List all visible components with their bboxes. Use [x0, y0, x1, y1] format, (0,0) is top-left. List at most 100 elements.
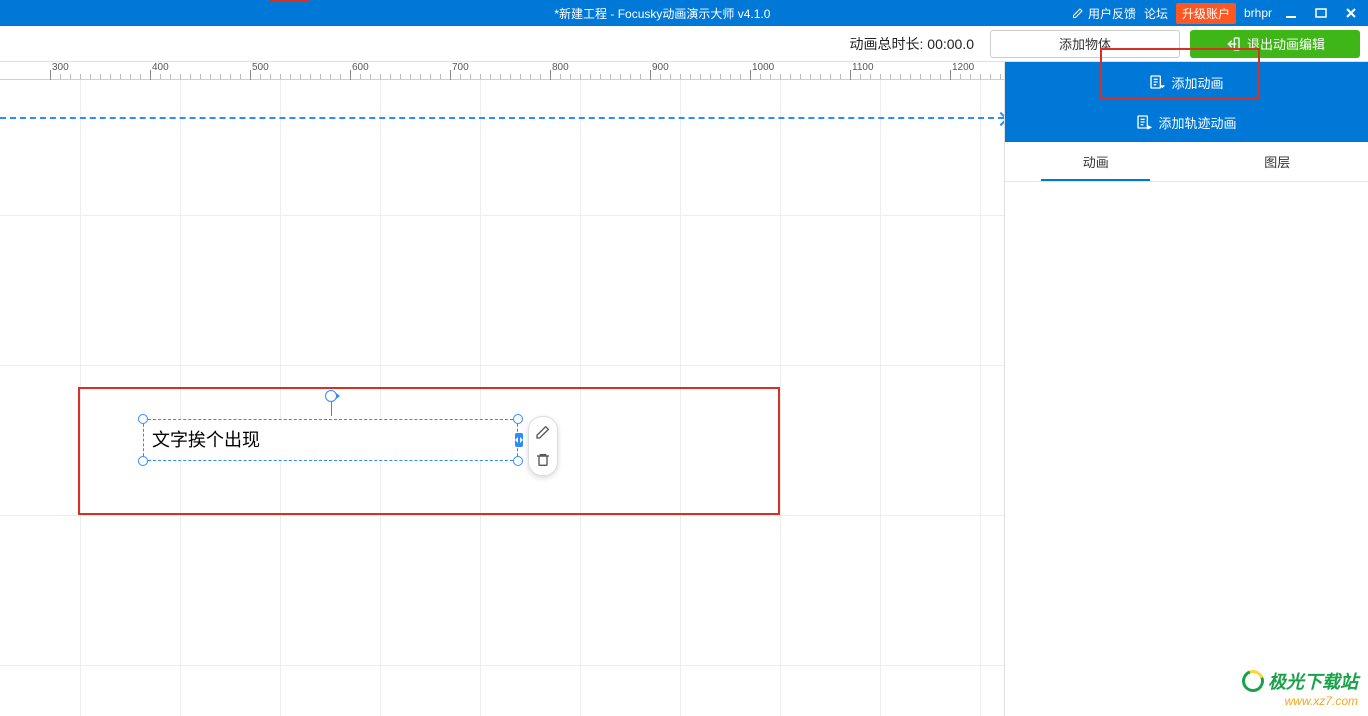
ruler-minor-tick	[540, 74, 541, 79]
edit-icon	[1072, 7, 1084, 19]
ruler-minor-tick	[60, 74, 61, 79]
ruler-minor-tick	[300, 74, 301, 79]
ruler-minor-tick	[310, 74, 311, 79]
ruler-minor-tick	[590, 74, 591, 79]
floating-toolbar	[528, 416, 558, 476]
delete-button[interactable]	[534, 451, 552, 469]
titlebar: *新建工程 - Focusky动画演示大师 v4.1.0 用户反馈 论坛 升级账…	[0, 0, 1368, 26]
ruler-minor-tick	[790, 74, 791, 79]
ruler-minor-tick	[930, 74, 931, 79]
add-object-label: 添加物体	[1059, 34, 1111, 53]
resize-handle-bl[interactable]	[138, 456, 148, 466]
titlebar-red-indicator	[270, 0, 310, 2]
ruler-minor-tick	[890, 74, 891, 79]
maximize-button[interactable]	[1310, 4, 1332, 22]
ruler-minor-tick	[760, 74, 761, 79]
ruler-minor-tick	[290, 74, 291, 79]
ruler-minor-tick	[940, 74, 941, 79]
ruler-tick-label: 1100	[852, 62, 874, 73]
ruler-minor-tick	[800, 74, 801, 79]
add-animation-label: 添加动画	[1171, 73, 1223, 92]
watermark-url: www.xz7.com	[1242, 694, 1358, 708]
add-animation-button[interactable]: 添加动画	[1005, 62, 1368, 102]
tab-layer-label: 图层	[1264, 152, 1290, 171]
ruler-minor-tick	[180, 74, 181, 79]
ruler-minor-tick	[240, 74, 241, 79]
horizontal-guide[interactable]	[0, 117, 1004, 119]
ruler-minor-tick	[810, 74, 811, 79]
ruler-minor-tick	[970, 74, 971, 79]
close-button[interactable]	[1340, 4, 1362, 22]
resize-handle-br[interactable]	[513, 456, 523, 466]
watermark: 极光下载站 www.xz7.com	[1242, 668, 1358, 708]
feedback-link[interactable]: 用户反馈	[1072, 5, 1136, 22]
add-path-label: 添加轨迹动画	[1158, 113, 1236, 132]
ruler-minor-tick	[370, 74, 371, 79]
ruler-minor-tick	[520, 74, 521, 79]
ruler-minor-tick	[960, 74, 961, 79]
ruler-minor-tick	[460, 74, 461, 79]
rotation-handle[interactable]	[325, 390, 337, 402]
username-label[interactable]: brhpr	[1244, 6, 1272, 20]
ruler-minor-tick	[880, 74, 881, 79]
side-panel-header: 添加动画 添加轨迹动画	[1005, 62, 1368, 142]
ruler-tick-label: 300	[52, 62, 69, 73]
ruler-minor-tick	[160, 74, 161, 79]
ruler-minor-tick	[480, 74, 481, 79]
tab-animation[interactable]: 动画	[1005, 142, 1187, 181]
selected-text-object[interactable]: 文字挨个出现	[143, 419, 518, 461]
exit-icon	[1225, 36, 1241, 52]
swirl-icon	[1238, 666, 1267, 695]
ruler-minor-tick	[320, 74, 321, 79]
ruler-minor-tick	[840, 74, 841, 79]
ruler-minor-tick	[360, 74, 361, 79]
ruler-minor-tick	[190, 74, 191, 79]
resize-handle-right[interactable]	[515, 433, 523, 447]
ruler-tick-label: 700	[452, 62, 469, 73]
add-path-animation-button[interactable]: 添加轨迹动画	[1005, 102, 1368, 142]
ruler-minor-tick	[420, 74, 421, 79]
minimize-button[interactable]	[1280, 4, 1302, 22]
ruler-minor-tick	[630, 74, 631, 79]
forum-link[interactable]: 论坛	[1144, 5, 1168, 22]
text-content[interactable]: 文字挨个出现	[144, 420, 517, 458]
exit-label: 退出动画编辑	[1247, 34, 1325, 53]
ruler-minor-tick	[270, 74, 271, 79]
resize-handle-tl[interactable]	[138, 414, 148, 424]
ruler-minor-tick	[410, 74, 411, 79]
duration-label: 动画总时长:	[850, 36, 924, 52]
edit-text-button[interactable]	[534, 423, 552, 441]
ruler-minor-tick	[900, 74, 901, 79]
ruler-minor-tick	[380, 74, 381, 79]
ruler-minor-tick	[720, 74, 721, 79]
ruler-tick-label: 1200	[952, 62, 974, 73]
ruler-minor-tick	[530, 74, 531, 79]
side-panel-body: 极光下载站 www.xz7.com	[1005, 182, 1368, 716]
ruler-minor-tick	[280, 74, 281, 79]
ruler-tick-label: 600	[352, 62, 369, 73]
ruler-minor-tick	[330, 74, 331, 79]
watermark-text1: 极光下载站	[1268, 668, 1358, 694]
ruler-minor-tick	[500, 74, 501, 79]
ruler-minor-tick	[700, 74, 701, 79]
ruler-minor-tick	[560, 74, 561, 79]
tab-layer[interactable]: 图层	[1187, 142, 1368, 181]
window-title: *新建工程 - Focusky动画演示大师 v4.1.0	[554, 5, 770, 22]
add-object-button[interactable]: 添加物体	[990, 30, 1180, 58]
toolbar: 动画总时长: 00:00.0 添加物体 退出动画编辑	[0, 26, 1368, 62]
resize-handle-tr[interactable]	[513, 414, 523, 424]
horizontal-ruler[interactable]: 300400500600700800900100011001200	[0, 62, 1004, 80]
exit-animation-edit-button[interactable]: 退出动画编辑	[1190, 30, 1360, 58]
workspace: 300400500600700800900100011001200 文字挨个出现	[0, 62, 1368, 716]
ruler-minor-tick	[640, 74, 641, 79]
ruler-minor-tick	[1000, 74, 1001, 79]
canvas-area[interactable]: 300400500600700800900100011001200 文字挨个出现	[0, 62, 1004, 716]
ruler-minor-tick	[780, 74, 781, 79]
ruler-tick-label: 500	[252, 62, 269, 73]
ruler-minor-tick	[390, 74, 391, 79]
ruler-minor-tick	[680, 74, 681, 79]
ruler-minor-tick	[510, 74, 511, 79]
upgrade-button[interactable]: 升级账户	[1176, 3, 1236, 24]
ruler-minor-tick	[740, 74, 741, 79]
maximize-icon	[1315, 7, 1327, 19]
